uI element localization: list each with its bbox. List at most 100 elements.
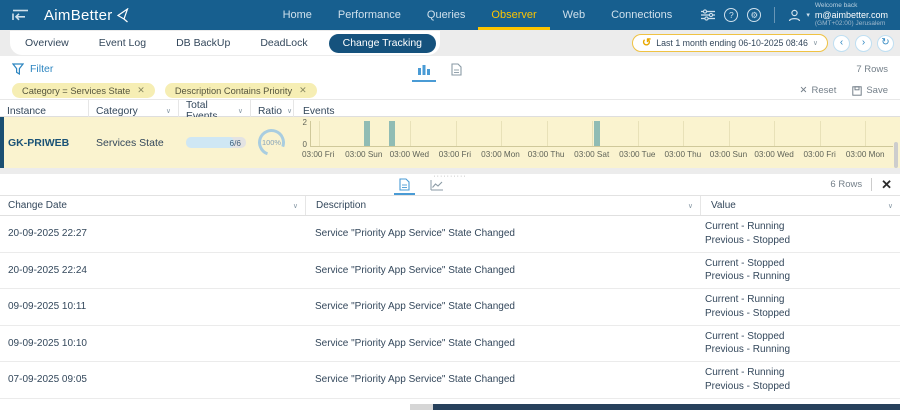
ratio-value: 100% — [262, 138, 281, 147]
value-previous: Previous - Running — [705, 343, 790, 357]
clock-history-icon: ↺ — [642, 38, 651, 49]
tab-db-backup[interactable]: DB BackUp — [161, 37, 245, 49]
summary-table-header: Instance Category ∨ Total Events ∨ Ratio… — [0, 100, 900, 117]
change-date-cell: 09-09-2025 10:11 — [0, 289, 305, 325]
table-row[interactable]: 09-09-2025 10:10 Service "Priority App S… — [0, 326, 900, 363]
ratio-cell: 100% — [250, 117, 293, 168]
nav-item-connections[interactable]: Connections — [598, 0, 685, 30]
sort-chevron-icon[interactable]: ∨ — [287, 107, 292, 115]
prev-period-button[interactable]: ‹ — [833, 35, 850, 52]
detail-table-header: Change Date ∨ Description ∨ Value ∨ — [0, 196, 900, 216]
vertical-scrollbar-thumb[interactable] — [894, 142, 898, 168]
tab-deadlock[interactable]: DeadLock — [245, 37, 322, 49]
filter-chip-description[interactable]: Description Contains Priority ✕ — [165, 83, 317, 98]
export-file-icon[interactable] — [449, 56, 464, 82]
col-header-description[interactable]: Description ∨ — [305, 196, 700, 215]
sort-chevron-icon[interactable]: ∨ — [293, 202, 298, 210]
table-row[interactable]: 20-09-2025 22:24 Service "Priority App S… — [0, 253, 900, 290]
brand-name: AimBetter — [44, 7, 113, 24]
x-axis-tick: 03:00 Wed — [754, 150, 793, 159]
detail-rows-count: 6 Rows — [830, 179, 862, 190]
settings-gear-icon[interactable]: ⚙ — [747, 8, 761, 22]
table-row[interactable]: 20-09-2025 22:27 Service "Priority App S… — [0, 216, 900, 253]
events-timeline-chart[interactable]: 2 0 03:00 Fri03:00 Sun03:00 Wed03:00 Fri… — [293, 117, 900, 168]
total-events-cell: 6/6 — [178, 117, 250, 168]
value-previous: Previous - Stopped — [705, 234, 790, 248]
close-detail-button[interactable]: ✕ — [881, 178, 892, 191]
chart-view-icon[interactable] — [415, 56, 433, 82]
sort-chevron-icon[interactable]: ∨ — [238, 107, 243, 115]
user-email: m@aimbetter.com — [815, 10, 888, 20]
horizontal-scrollbar-thumb[interactable] — [433, 404, 900, 410]
view-toggles — [415, 56, 464, 82]
chevron-down-icon: ∨ — [813, 39, 818, 47]
chip-close-icon[interactable]: ✕ — [137, 85, 145, 96]
value-current: Current - Running — [705, 220, 784, 234]
nav-item-observer[interactable]: Observer — [478, 0, 549, 30]
x-axis-tick: 03:00 Wed — [390, 150, 429, 159]
y-axis-tick-min: 0 — [303, 141, 307, 149]
filter-actions: ✕ Reset Save — [800, 85, 888, 96]
tab-change-tracking[interactable]: Change Tracking — [329, 34, 436, 53]
description-cell: Service "Priority App Service" State Cha… — [305, 362, 700, 398]
x-axis-tick: 03:00 Sat — [574, 150, 609, 159]
event-bar[interactable] — [594, 121, 600, 146]
col-header-change-date[interactable]: Change Date ∨ — [0, 196, 305, 215]
collapse-sidebar-icon[interactable] — [12, 7, 30, 23]
sort-chevron-icon[interactable]: ∨ — [166, 107, 171, 115]
table-row[interactable]: 07-09-2025 09:05 Service "Priority App S… — [0, 362, 900, 399]
observer-tabs-row: Overview Event Log DB BackUp DeadLock Ch… — [0, 30, 900, 56]
reset-filters-button[interactable]: ✕ Reset — [800, 85, 837, 96]
table-row[interactable]: 09-09-2025 10:11 Service "Priority App S… — [0, 289, 900, 326]
user-menu[interactable]: ▾ Welcome back m@aimbetter.com (GMT+02:0… — [788, 2, 888, 27]
trend-view-icon[interactable] — [428, 174, 446, 195]
sort-chevron-icon[interactable]: ∨ — [888, 202, 893, 210]
filter-funnel-icon[interactable] — [12, 63, 24, 75]
help-icon[interactable]: ? — [724, 8, 738, 22]
col-header-value[interactable]: Value ∨ — [700, 196, 900, 215]
sort-chevron-icon[interactable]: ∨ — [688, 202, 693, 210]
nav-item-home[interactable]: Home — [270, 0, 325, 30]
panel-divider — [871, 178, 872, 191]
navbar-divider — [774, 7, 775, 23]
events-plot — [310, 121, 893, 147]
event-bar[interactable] — [389, 121, 395, 146]
progress-fill — [186, 137, 234, 148]
summary-row-gk-priweb[interactable]: GK-PRIWEB Services State 6/6 100% 2 0 03… — [0, 117, 900, 168]
value-current: Current - Stopped — [705, 257, 785, 271]
save-label: Save — [866, 85, 888, 96]
top-navbar: AimBetter Home Performance Queries Obser… — [0, 0, 900, 30]
x-axis-tick: 03:00 Mon — [846, 150, 885, 159]
instance-cell[interactable]: GK-PRIWEB — [0, 117, 88, 168]
chevron-down-icon: ▾ — [806, 11, 810, 19]
nav-item-queries[interactable]: Queries — [414, 0, 479, 30]
time-range-label: Last 1 month ending 06-10-2025 08:46 — [656, 38, 808, 48]
refresh-button[interactable]: ↻ — [877, 35, 894, 52]
chip-close-icon[interactable]: ✕ — [299, 85, 307, 96]
tab-event-log[interactable]: Event Log — [84, 37, 161, 49]
tab-overview[interactable]: Overview — [10, 37, 84, 49]
save-filters-button[interactable]: Save — [852, 85, 888, 96]
change-date-cell: 20-09-2025 22:24 — [0, 253, 305, 289]
change-date-cell: 07-09-2025 09:05 — [0, 362, 305, 398]
filter-chip-category[interactable]: Category = Services State ✕ — [12, 83, 155, 98]
value-current: Current - Stopped — [705, 330, 785, 344]
brand-logo[interactable]: AimBetter — [44, 7, 130, 24]
x-axis-tick: 03:00 Thu — [665, 150, 702, 159]
horizontal-scrollbar-track[interactable] — [410, 404, 433, 410]
value-previous: Previous - Running — [705, 270, 790, 284]
table-view-icon[interactable] — [397, 174, 412, 195]
time-range-selector[interactable]: ↺ Last 1 month ending 06-10-2025 08:46 ∨ — [632, 34, 828, 52]
events-ticks: 03:00 Fri03:00 Sun03:00 Wed03:00 Fri03:0… — [310, 147, 893, 161]
value-cell: Current - Running Previous - Stopped — [700, 289, 900, 325]
nav-item-performance[interactable]: Performance — [325, 0, 414, 30]
preferences-sliders-icon[interactable] — [701, 9, 715, 21]
x-axis-tick: 03:00 Tue — [619, 150, 655, 159]
filter-label[interactable]: Filter — [30, 63, 53, 75]
nav-item-web[interactable]: Web — [550, 0, 598, 30]
ratio-gauge: 100% — [254, 125, 290, 161]
save-icon — [852, 86, 862, 96]
next-period-button[interactable]: › — [855, 35, 872, 52]
event-bar[interactable] — [364, 121, 370, 146]
change-date-cell: 20-09-2025 22:27 — [0, 216, 305, 252]
